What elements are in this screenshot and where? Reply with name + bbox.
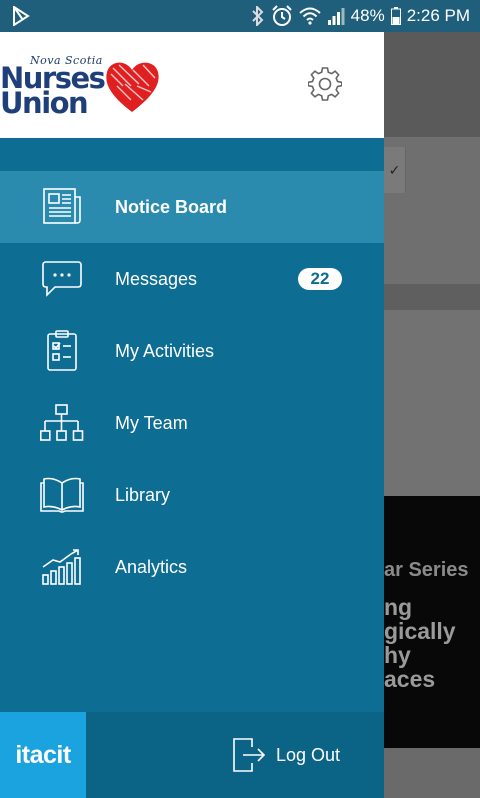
logout-icon: [233, 738, 266, 772]
nurses-union-logo: Nova Scotia Nurses Union: [0, 52, 165, 122]
battery-icon: [390, 7, 401, 25]
org-chart-icon: [40, 403, 84, 443]
bg-banner: ar Series ng gically hy aces: [384, 496, 480, 748]
logout-button[interactable]: Log Out: [232, 737, 340, 773]
drawer-header: Nova Scotia Nurses Union: [0, 32, 384, 138]
menu-item-notice-board[interactable]: Notice Board: [0, 171, 384, 243]
banner-series: ar Series: [384, 559, 469, 581]
navigation-drawer: Nova Scotia Nurses Union Notice Board Me…: [0, 32, 384, 798]
menu-item-my-team[interactable]: My Team: [0, 387, 384, 459]
bg-check-icon: ✓: [384, 147, 406, 193]
bg-header: [384, 32, 480, 137]
menu-item-analytics[interactable]: Analytics: [0, 531, 384, 603]
heart-icon: [106, 62, 159, 112]
banner-line-4: aces: [384, 666, 436, 692]
newspaper-icon: [40, 187, 84, 227]
background-app[interactable]: ✓ ar Series ng gically hy aces: [384, 32, 480, 798]
menu-item-library[interactable]: Library: [0, 459, 384, 531]
play-store-icon: [10, 5, 32, 27]
bar-chart-icon: [40, 547, 84, 587]
drawer-menu: Notice Board Messages 22 My Activities M…: [0, 171, 384, 603]
signal-icon: [327, 7, 345, 25]
gear-icon: [308, 67, 342, 101]
wifi-icon: [298, 7, 321, 25]
bg-divider: [384, 284, 480, 310]
menu-item-messages[interactable]: Messages 22: [0, 243, 384, 315]
menu-label: My Team: [115, 413, 188, 433]
clock-time: 2:26 PM: [406, 6, 470, 25]
menu-label: Messages: [115, 269, 198, 289]
menu-label: My Activities: [115, 341, 215, 361]
itacit-brand: itacit: [0, 712, 86, 798]
unread-count-badge: 22: [298, 268, 342, 290]
bluetooth-icon: [251, 6, 265, 26]
settings-button[interactable]: [306, 65, 344, 103]
alarm-icon: [271, 5, 293, 27]
drawer-footer: itacit Log Out: [0, 712, 384, 798]
battery-percent: 48%: [350, 6, 385, 25]
menu-item-my-activities[interactable]: My Activities: [0, 315, 384, 387]
menu-label: Notice Board: [115, 197, 228, 217]
banner-line-3: hy: [384, 642, 411, 668]
menu-label: Analytics: [115, 557, 188, 577]
banner-line-1: ng: [384, 594, 413, 620]
logo-line-2: Union: [0, 86, 89, 120]
open-book-icon: [40, 475, 84, 515]
chat-bubble-icon: [40, 259, 84, 299]
banner-line-2: gically: [384, 618, 456, 644]
menu-label: Library: [115, 485, 171, 505]
logout-label: Log Out: [276, 744, 341, 765]
bg-bottom: [384, 748, 480, 798]
status-bar: 48% 2:26 PM: [0, 0, 480, 32]
clipboard-checklist-icon: [40, 330, 84, 371]
bg-content: [384, 310, 480, 496]
